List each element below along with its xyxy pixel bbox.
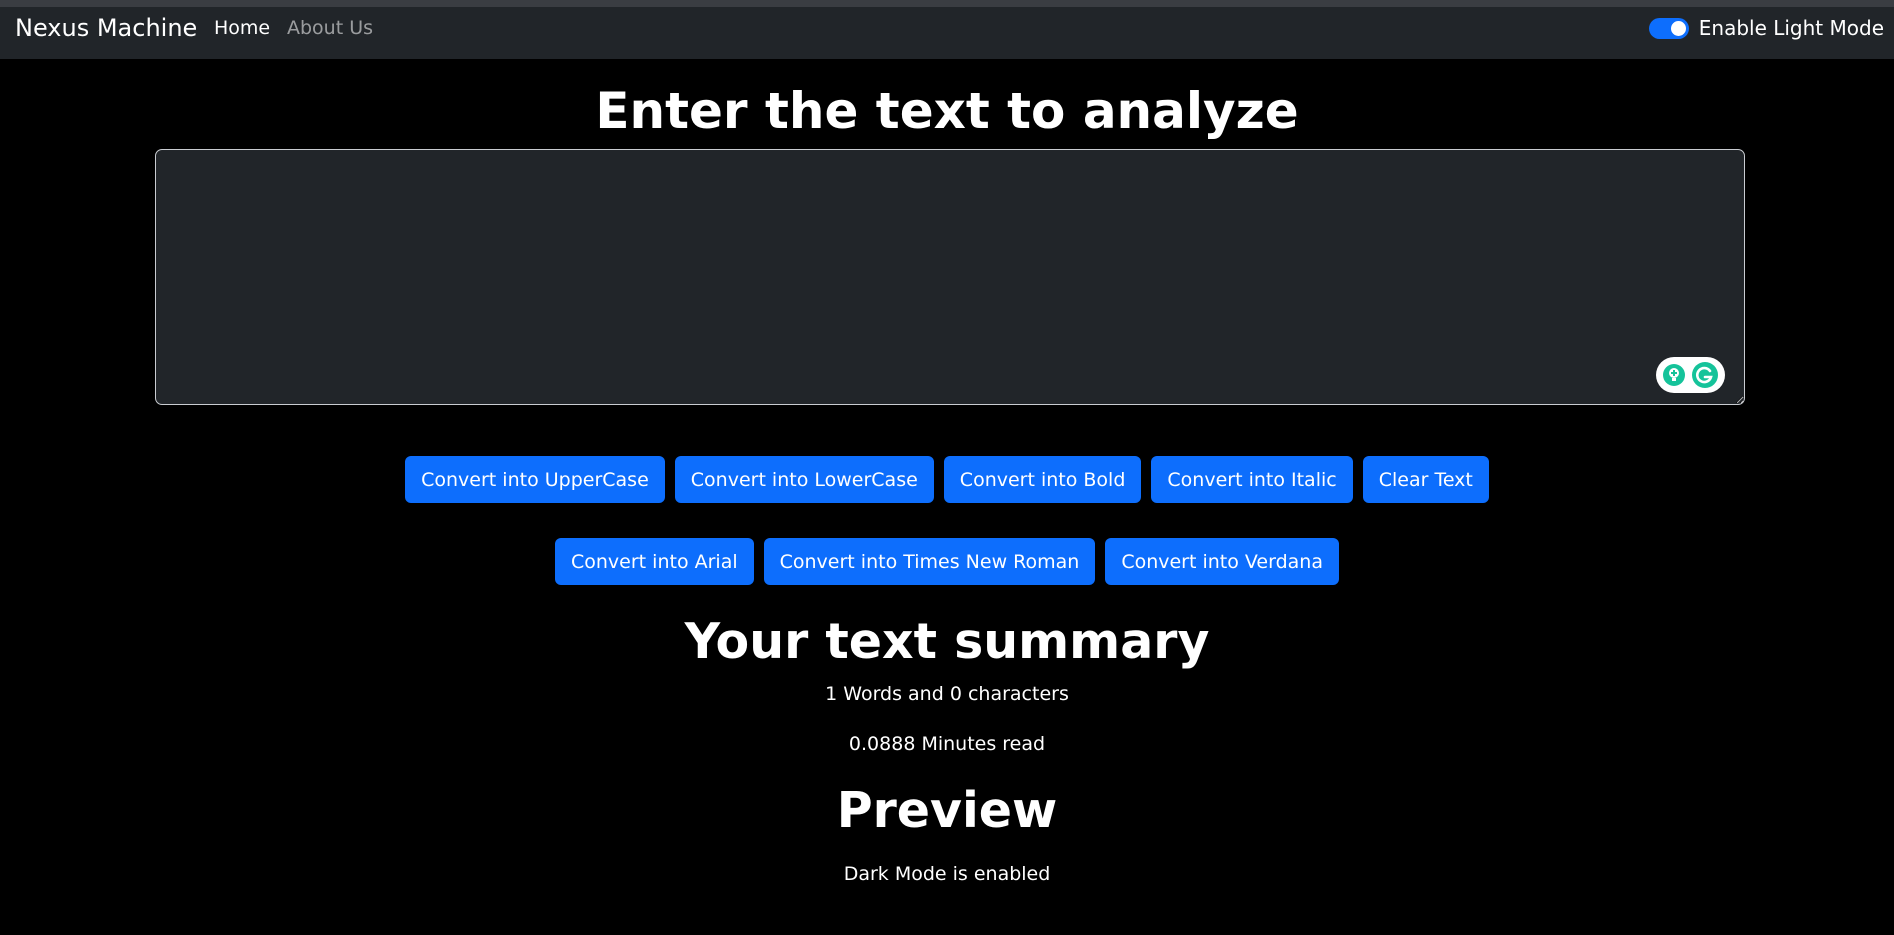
font-actions-row: Convert into Arial Convert into Times Ne… <box>0 538 1894 585</box>
preview-text: Dark Mode is enabled <box>843 863 1051 885</box>
text-actions-row: Convert into UpperCase Convert into Lowe… <box>0 456 1894 503</box>
brand-logo[interactable]: Nexus Machine <box>15 10 197 46</box>
navbar: Nexus Machine Home About Us Enable Light… <box>0 7 1894 59</box>
convert-lowercase-button[interactable]: Convert into LowerCase <box>674 456 934 503</box>
convert-uppercase-button[interactable]: Convert into UpperCase <box>405 456 665 503</box>
toggle-knob <box>1670 20 1686 36</box>
text-input[interactable] <box>155 149 1745 405</box>
light-mode-toggle[interactable] <box>1648 17 1689 39</box>
convert-times-new-roman-button[interactable]: Convert into Times New Roman <box>763 538 1096 585</box>
nav-link-home[interactable]: Home <box>214 13 270 43</box>
light-mode-toggle-label[interactable]: Enable Light Mode <box>1699 16 1884 40</box>
convert-bold-button[interactable]: Convert into Bold <box>943 456 1142 503</box>
page-title: Enter the text to analyze <box>595 82 1299 140</box>
convert-italic-button[interactable]: Convert into Italic <box>1151 456 1353 503</box>
minutes-read: 0.0888 Minutes read <box>848 733 1046 755</box>
preview-heading: Preview <box>836 782 1058 839</box>
grammarly-g-icon[interactable] <box>1692 362 1718 388</box>
nav-link-about-us[interactable]: About Us <box>287 13 373 43</box>
word-char-count: 1 Words and 0 characters <box>825 683 1069 705</box>
clear-text-button[interactable]: Clear Text <box>1362 456 1489 503</box>
grammarly-widget[interactable] <box>1656 357 1725 393</box>
convert-arial-button[interactable]: Convert into Arial <box>555 538 754 585</box>
convert-verdana-button[interactable]: Convert into Verdana <box>1105 538 1339 585</box>
light-mode-toggle-group: Enable Light Mode <box>1648 12 1884 44</box>
lightbulb-plus-icon[interactable] <box>1663 364 1685 386</box>
browser-top-strip <box>0 0 1894 7</box>
summary-heading: Your text summary <box>684 613 1210 670</box>
